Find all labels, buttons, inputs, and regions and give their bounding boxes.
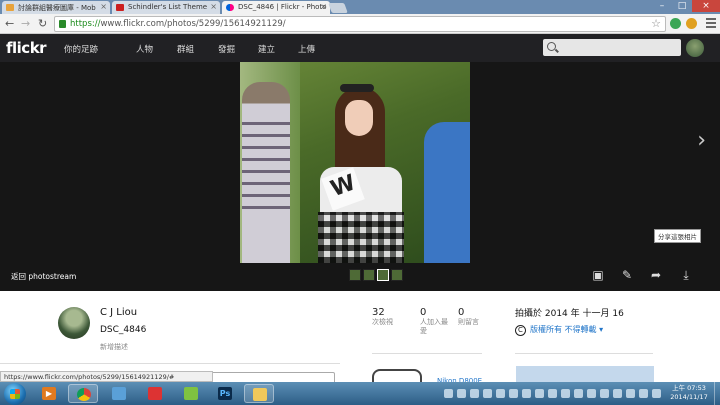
close-tab-icon[interactable]: × [320,2,327,11]
browser-tab-strip: 討論群組醫療圖庫 - Mob × Schindler's List Theme … [0,0,720,14]
address-bar[interactable]: https://www.flickr.com/photos/5299/15614… [54,16,666,32]
minimize-button[interactable]: – [652,0,672,12]
download-icon[interactable]: ⤓ [678,267,694,283]
thumbnail[interactable] [391,269,403,281]
tab-favicon-icon [116,4,124,11]
search-icon [547,42,556,51]
share-tooltip: 分享這張相片 [654,229,701,243]
windows-taskbar: ▶ Ps 上午 07:53 2014/11/17 [0,382,720,405]
chrome-icon [77,388,91,401]
taskbar-clock[interactable]: 上午 07:53 2014/11/17 [668,384,710,402]
photo-stage: › 返回 photostream ▣ ✎ ➦ ⤓ [0,62,720,291]
taskbar-chrome[interactable] [68,384,98,403]
add-description-link[interactable]: 新增描述 [100,342,128,352]
flickr-favicon-icon [226,4,234,11]
extension-icon[interactable] [670,18,681,29]
copyright-icon: C [515,325,526,336]
taskbar-photoshop[interactable]: Ps [210,384,240,403]
date-taken: 拍攝於 2014 年 十一月 16 [515,309,624,319]
app-icon [184,387,198,400]
tab-favicon-icon [6,4,14,11]
url-text: https://www.flickr.com/photos/5299/15614… [70,19,286,29]
bookmark-star-icon[interactable]: ☆ [651,17,661,30]
back-arrow-icon[interactable]: ← [5,17,14,31]
taskbar-app[interactable] [104,384,134,403]
close-tab-icon[interactable]: × [100,2,107,11]
owner-avatar[interactable] [58,307,90,339]
new-tab-button[interactable] [328,3,348,13]
browser-menu-icon[interactable] [706,18,716,28]
share-icon[interactable]: ➦ [648,267,664,283]
photo-person-right [424,122,470,263]
media-player-icon: ▶ [42,387,56,400]
thumbnail[interactable] [377,269,389,281]
start-button[interactable] [4,383,26,405]
thumbnail[interactable] [349,269,361,281]
nav-you[interactable]: 你的足跡 [64,43,98,55]
comments-stat: 0 則留言 [458,307,479,326]
close-window-button[interactable]: × [692,0,720,12]
app-icon [148,387,162,400]
reload-icon[interactable]: ↻ [38,17,47,31]
app-icon [112,387,126,400]
folder-icon [253,388,267,401]
maximize-button[interactable]: □ [672,0,692,12]
taskbar-app[interactable] [140,384,170,403]
clock-time: 上午 07:53 [672,384,706,392]
screen: 討論群組醫療圖庫 - Mob × Schindler's List Theme … [0,0,720,405]
nav-explore[interactable]: 發掘 [218,43,235,55]
main-photo[interactable] [240,62,470,263]
photoshop-icon: Ps [218,387,232,400]
nav-create[interactable]: 建立 [258,43,275,55]
nav-people[interactable]: 人物 [136,43,153,55]
browser-tab-active[interactable]: DSC_4846 | Flickr - Photo × [222,1,330,14]
extension-icon[interactable] [686,18,697,29]
faves-stat: 0 人加入最愛 [420,307,448,335]
lock-icon [59,20,66,28]
clock-date: 2014/11/17 [670,393,708,401]
taskbar-app[interactable] [176,384,206,403]
close-tab-icon[interactable]: × [210,2,217,11]
browser-tab[interactable]: Schindler's List Theme × [112,1,220,14]
browser-toolbar: ← → ↻ https://www.flickr.com/photos/5299… [0,14,720,34]
flickr-logo[interactable]: flickr [6,39,47,57]
photo-person-left [242,82,290,263]
photo-title: DSC_4846 [100,325,147,335]
taskbar-explorer[interactable] [244,384,274,403]
camera-icon [372,369,422,383]
back-to-photostream-link[interactable]: 返回 photostream [11,271,76,282]
edit-icon[interactable]: ✎ [619,267,635,283]
flickr-header: flickr 你的足跡 人物 群組 發掘 建立 上傳 [0,34,720,62]
photo-info-area: C J Liou DSC_4846 新增描述 32 次檢視 0 人加入最愛 0 … [0,291,720,386]
views-stat: 32 次檢視 [372,307,393,326]
taskbar-media-player[interactable]: ▶ [34,384,64,403]
tab-title: 討論群組醫療圖庫 - Mob [18,4,96,12]
show-desktop-button[interactable] [714,382,720,405]
browser-status-bar: https://www.flickr.com/photos/5299/15614… [0,371,213,382]
nav-groups[interactable]: 群組 [177,43,194,55]
thumbnail[interactable] [363,269,375,281]
nav-upload[interactable]: 上傳 [298,43,315,55]
next-photo-chevron-icon[interactable]: › [697,128,706,153]
tab-title: DSC_4846 | Flickr - Photo [238,3,327,11]
sizes-icon[interactable]: ▣ [590,267,606,283]
search-input[interactable] [543,39,681,56]
license-dropdown[interactable]: C 版權所有 不得轉載 ▾ [515,324,603,336]
forward-arrow-icon[interactable]: → [21,17,30,31]
tab-title: Schindler's List Theme [128,3,208,11]
browser-tab[interactable]: 討論群組醫療圖庫 - Mob × [2,1,110,14]
owner-name[interactable]: C J Liou [100,307,137,318]
user-avatar[interactable] [686,39,704,57]
